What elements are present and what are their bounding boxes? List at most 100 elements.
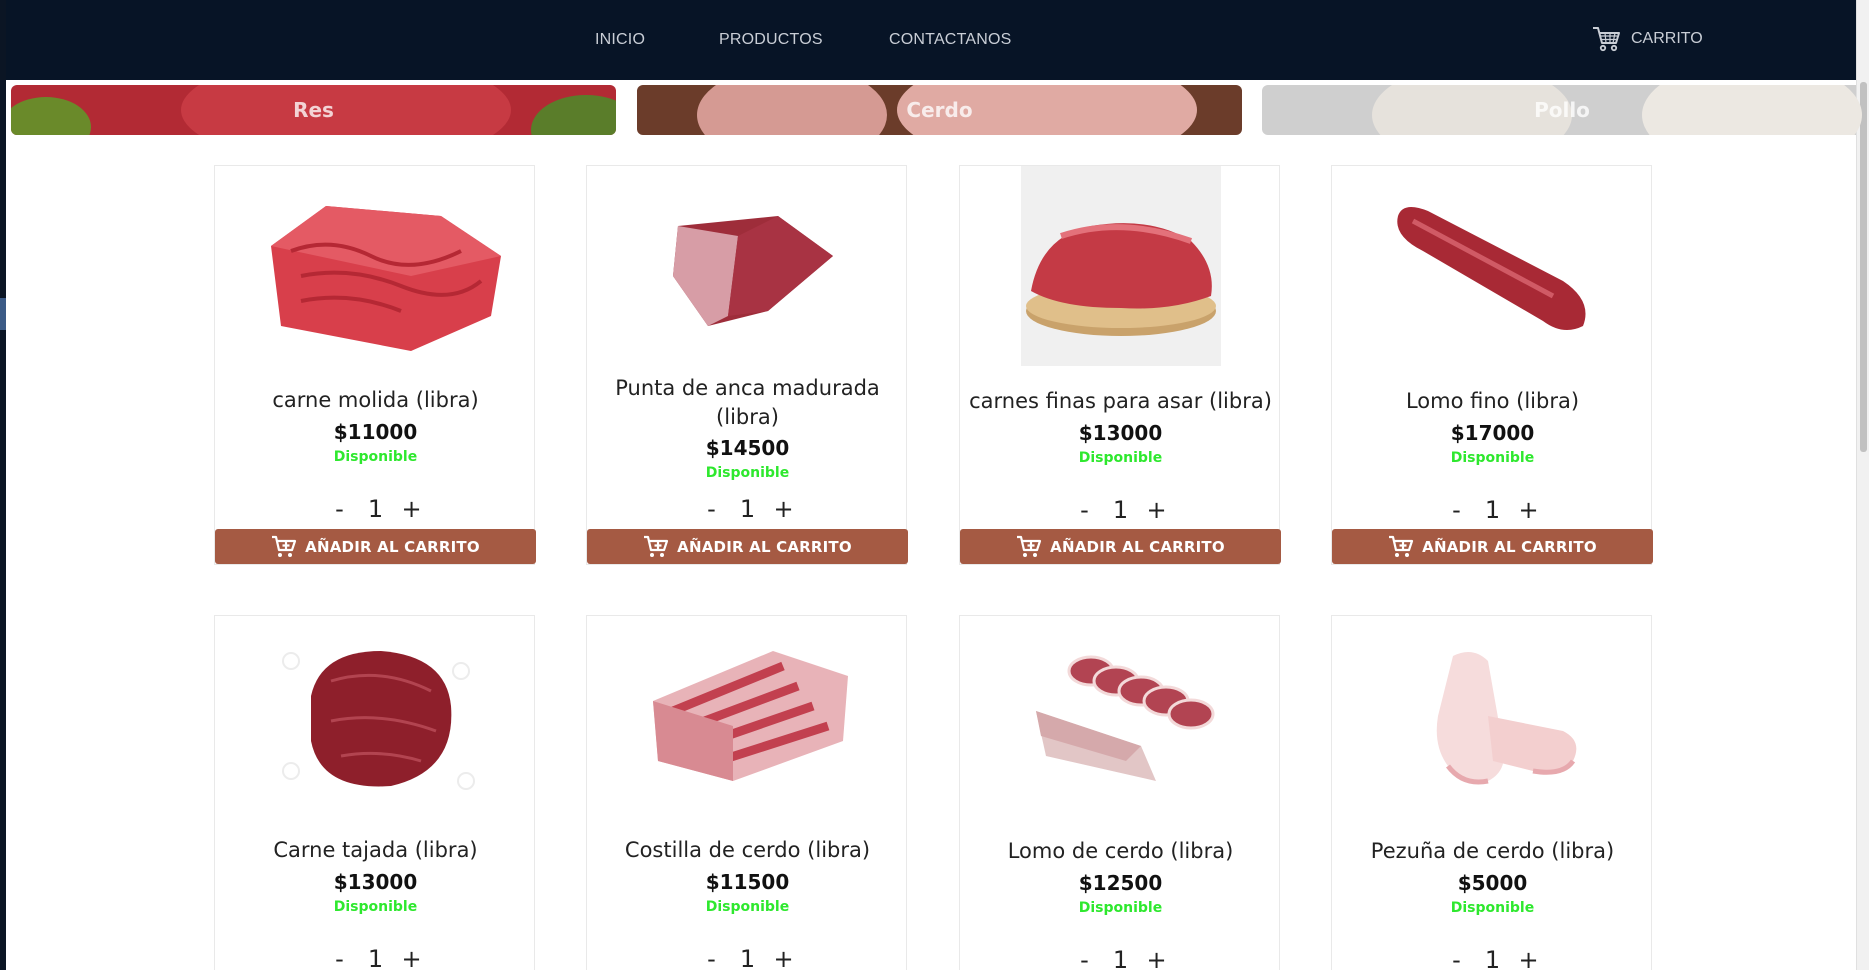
quantity-value: 1 xyxy=(367,495,384,523)
quantity-value: 1 xyxy=(739,945,756,970)
category-label-pollo: Pollo xyxy=(1534,98,1590,122)
res-banner-meat xyxy=(181,85,511,135)
pork-ribs-image xyxy=(652,651,848,781)
quantity-value: 1 xyxy=(1484,496,1501,524)
decrease-button[interactable]: - xyxy=(322,945,358,970)
increase-button[interactable]: + xyxy=(1511,946,1547,970)
quantity-stepper: - 1 + xyxy=(960,496,1281,524)
quantity-value: 1 xyxy=(367,945,384,970)
product-name: Pezuña de cerdo (libra) xyxy=(1370,839,1615,863)
availability-status: Disponible xyxy=(705,465,790,481)
decrease-button[interactable]: - xyxy=(694,495,730,523)
availability-status: Disponible xyxy=(705,899,790,915)
add-to-cart-label: AÑADIR AL CARRITO xyxy=(1422,537,1597,556)
product-card: carne molida (libra) $11000 Disponible -… xyxy=(214,165,536,565)
increase-button[interactable]: + xyxy=(1511,496,1547,524)
product-image xyxy=(587,166,908,366)
increase-button[interactable]: + xyxy=(394,495,430,523)
add-cart-icon xyxy=(272,535,297,557)
left-window-edge xyxy=(0,0,6,970)
add-to-cart-label: AÑADIR AL CARRITO xyxy=(305,537,480,556)
quantity-stepper: - 1 + xyxy=(215,945,536,970)
quantity-stepper: - 1 + xyxy=(587,495,908,523)
product-price: $14500 xyxy=(705,436,790,460)
decrease-button[interactable]: - xyxy=(1067,946,1103,970)
decrease-button[interactable]: - xyxy=(1439,496,1475,524)
product-name: Lomo de cerdo (libra) xyxy=(1007,839,1234,863)
cart-label: CARRITO xyxy=(1631,30,1703,47)
product-image xyxy=(960,166,1281,366)
product-image xyxy=(1332,616,1653,816)
availability-status: Disponible xyxy=(333,449,418,465)
product-card: Lomo fino (libra) $17000 Disponible - 1 … xyxy=(1331,165,1653,565)
quantity-value: 1 xyxy=(1484,946,1501,970)
product-card: Pezuña de cerdo (libra) $5000 Disponible… xyxy=(1331,615,1652,970)
product-name: Punta de anca madurada (libra) xyxy=(615,376,880,429)
add-to-cart-label: AÑADIR AL CARRITO xyxy=(677,537,852,556)
add-cart-icon xyxy=(1017,535,1042,557)
shopping-cart-icon xyxy=(1593,27,1620,52)
product-card: carnes finas para asar (libra) $13000 Di… xyxy=(959,165,1281,565)
product-image xyxy=(1332,166,1653,366)
decrease-button[interactable]: - xyxy=(1067,496,1103,524)
product-card: Costilla de cerdo (libra) $11500 Disponi… xyxy=(586,615,907,970)
left-edge-mark xyxy=(0,298,6,330)
quantity-value: 1 xyxy=(1112,496,1129,524)
decrease-button[interactable]: - xyxy=(1439,946,1475,970)
quantity-stepper: - 1 + xyxy=(215,495,536,523)
product-image xyxy=(960,616,1281,816)
increase-button[interactable]: + xyxy=(766,495,802,523)
add-to-cart-label: AÑADIR AL CARRITO xyxy=(1050,537,1225,556)
product-image xyxy=(587,616,908,816)
top-navbar: INICIO PRODUCTOS CONTACTANOS CARRITO xyxy=(6,0,1856,80)
add-to-cart-button[interactable]: AÑADIR AL CARRITO xyxy=(960,529,1281,564)
product-name: Carne tajada (libra) xyxy=(273,838,478,862)
page-scrollbar[interactable] xyxy=(1856,0,1869,970)
roast-beef-image xyxy=(1025,223,1216,336)
increase-button[interactable]: + xyxy=(394,945,430,970)
nav-link-inicio[interactable]: INICIO xyxy=(595,31,645,49)
increase-button[interactable]: + xyxy=(1139,496,1175,524)
product-card: Carne tajada (libra) $13000 Disponible -… xyxy=(214,615,535,970)
availability-status: Disponible xyxy=(1078,450,1163,466)
nav-link-productos[interactable]: PRODUCTOS xyxy=(719,31,823,49)
quantity-stepper: - 1 + xyxy=(1332,946,1653,970)
cerdo-banner-meat xyxy=(697,85,887,135)
pollo-banner-chicken-2 xyxy=(1642,85,1862,135)
cart-link[interactable]: CARRITO xyxy=(1591,24,1703,54)
product-price: $12500 xyxy=(1078,871,1163,895)
increase-button[interactable]: + xyxy=(1139,946,1175,970)
add-to-cart-button[interactable]: AÑADIR AL CARRITO xyxy=(1332,529,1653,564)
add-cart-icon xyxy=(644,535,669,557)
decrease-button[interactable]: - xyxy=(694,945,730,970)
quantity-stepper: - 1 + xyxy=(960,946,1281,970)
decrease-button[interactable]: - xyxy=(322,495,358,523)
product-image xyxy=(215,166,536,366)
availability-status: Disponible xyxy=(1078,900,1163,916)
add-to-cart-button[interactable]: AÑADIR AL CARRITO xyxy=(587,529,908,564)
product-photo-frame xyxy=(1020,166,1221,366)
product-name: Costilla de cerdo (libra) xyxy=(624,838,871,862)
add-to-cart-button[interactable]: AÑADIR AL CARRITO xyxy=(215,529,536,564)
sliced-beef-image xyxy=(281,651,475,790)
quantity-stepper: - 1 + xyxy=(587,945,908,970)
product-name: carnes finas para asar (libra) xyxy=(969,389,1272,413)
nav-link-contactanos[interactable]: CONTACTANOS xyxy=(889,31,1012,49)
scrollbar-thumb[interactable] xyxy=(1860,82,1867,452)
tenderloin-image xyxy=(1396,207,1585,330)
availability-status: Disponible xyxy=(333,899,418,915)
quantity-value: 1 xyxy=(1112,946,1129,970)
product-price: $11000 xyxy=(333,420,418,444)
product-name: Lomo fino (libra) xyxy=(1405,389,1580,413)
product-image xyxy=(215,616,536,816)
rump-cut-image xyxy=(672,216,833,326)
increase-button[interactable]: + xyxy=(766,945,802,970)
category-cerdo[interactable]: Cerdo xyxy=(637,85,1242,135)
category-res[interactable]: Res xyxy=(11,85,616,135)
product-price: $5000 xyxy=(1457,871,1528,895)
quantity-value: 1 xyxy=(739,495,756,523)
product-card: Punta de anca madurada (libra) $14500 Di… xyxy=(586,165,908,565)
category-pollo[interactable]: Pollo xyxy=(1262,85,1862,135)
category-label-res: Res xyxy=(293,98,334,122)
pig-feet-image xyxy=(1436,652,1576,785)
